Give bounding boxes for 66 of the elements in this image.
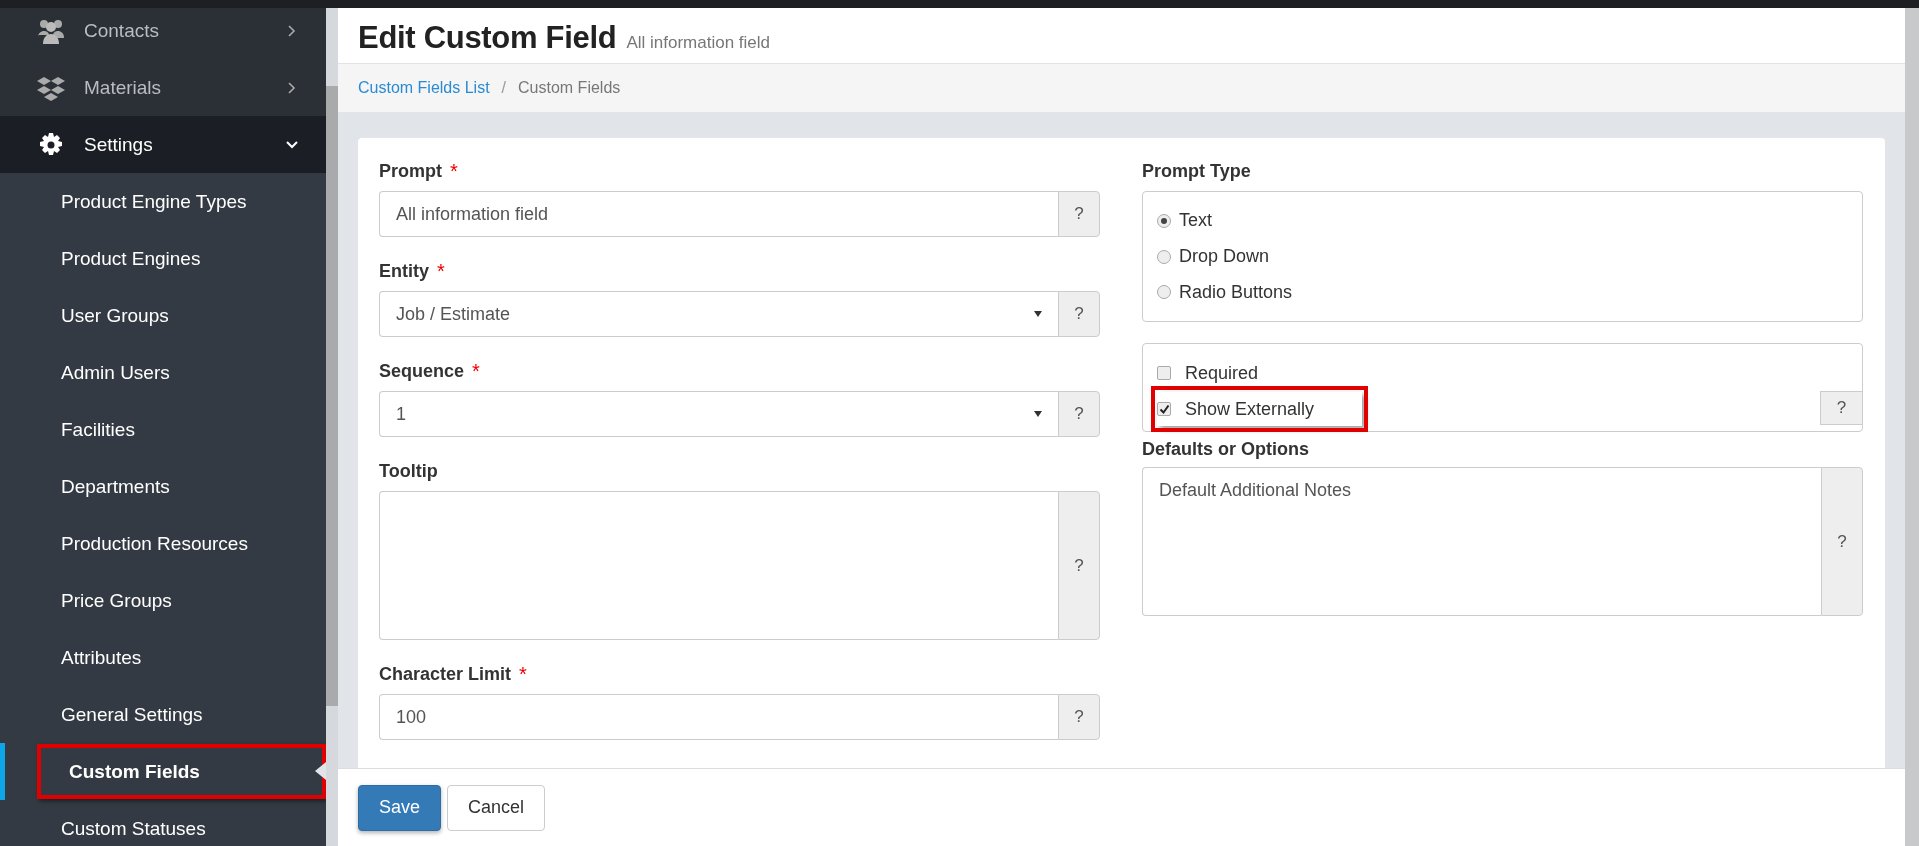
scrollbar[interactable] bbox=[326, 8, 338, 846]
help-button[interactable]: ? bbox=[1058, 491, 1100, 640]
chevron-down-icon bbox=[286, 138, 298, 151]
help-button[interactable]: ? bbox=[1820, 391, 1862, 425]
cancel-button[interactable]: Cancel bbox=[447, 784, 546, 831]
checkbox-option[interactable]: Show Externally bbox=[1157, 392, 1362, 426]
field-label: Entity bbox=[379, 260, 429, 282]
sidebar-subitem[interactable]: Product Engine Types bbox=[61, 174, 326, 229]
required-mark: * bbox=[472, 359, 480, 383]
sidebar-subitem[interactable]: Custom Statuses bbox=[61, 801, 326, 846]
radio-button[interactable] bbox=[1157, 285, 1171, 300]
breadcrumb-current: Custom Fields bbox=[518, 79, 621, 97]
radio-button[interactable] bbox=[1157, 249, 1171, 264]
page-title: Edit Custom Field bbox=[358, 20, 617, 56]
select-value: Job / Estimate bbox=[396, 303, 511, 325]
text-field[interactable]: 100 bbox=[379, 694, 1058, 740]
sidebar-item[interactable]: Materials bbox=[0, 59, 326, 116]
save-button[interactable]: Save bbox=[358, 784, 442, 831]
sidebar-subitem[interactable]: Attributes bbox=[61, 630, 326, 685]
sidebar-item[interactable]: Settings bbox=[0, 116, 326, 173]
people-icon bbox=[36, 17, 66, 44]
text-field[interactable]: All information field bbox=[379, 191, 1058, 237]
sidebar-subitem[interactable]: Production Resources bbox=[61, 516, 326, 571]
help-button[interactable]: ? bbox=[1821, 467, 1863, 616]
page-subtitle: All information field bbox=[626, 33, 771, 53]
sidebar-subitem[interactable]: User Groups bbox=[61, 288, 326, 343]
field-label: Character Limit bbox=[379, 663, 512, 685]
field-label: Prompt Type bbox=[1142, 160, 1251, 182]
caret-icon bbox=[1034, 311, 1042, 317]
required-mark: * bbox=[450, 159, 458, 183]
breadcrumb-separator: / bbox=[501, 79, 507, 97]
sidebar-subitem[interactable]: Facilities bbox=[61, 402, 326, 457]
sidebar-subitem[interactable]: Price Groups bbox=[61, 573, 326, 628]
chevron-right-icon bbox=[286, 81, 298, 94]
text-area[interactable]: Default Additional Notes bbox=[1142, 467, 1821, 616]
checkbox-option[interactable]: Required bbox=[1157, 356, 1362, 390]
field-label: Tooltip bbox=[379, 460, 438, 482]
caret-icon bbox=[1034, 411, 1042, 417]
chevron-right-icon bbox=[286, 24, 298, 37]
field-label: Sequence bbox=[379, 360, 465, 382]
sidebar-subitem[interactable]: General Settings bbox=[61, 687, 326, 742]
help-button[interactable]: ? bbox=[1058, 391, 1100, 437]
required-mark: * bbox=[437, 259, 445, 283]
boxes-icon bbox=[36, 74, 66, 101]
checkbox[interactable] bbox=[1157, 402, 1171, 416]
radio-button[interactable] bbox=[1157, 213, 1171, 228]
select-value: 1 bbox=[396, 403, 406, 425]
field-label: Defaults or Options bbox=[1142, 439, 1309, 460]
radio-option[interactable]: Text bbox=[1157, 206, 1848, 236]
required-mark: * bbox=[519, 662, 527, 686]
scrollbar[interactable] bbox=[1905, 8, 1919, 846]
sidebar-subitem[interactable]: Product Engines bbox=[61, 231, 326, 286]
active-indicator bbox=[0, 743, 5, 800]
select-field[interactable]: 1 bbox=[379, 391, 1058, 437]
radio-option[interactable]: Radio Buttons bbox=[1157, 277, 1848, 307]
radio-option[interactable]: Drop Down bbox=[1157, 241, 1848, 272]
sidebar-subitem[interactable]: Departments bbox=[61, 459, 326, 514]
help-button[interactable]: ? bbox=[1058, 291, 1100, 337]
checkbox[interactable] bbox=[1157, 366, 1171, 380]
help-button[interactable]: ? bbox=[1058, 191, 1100, 237]
select-field[interactable]: Job / Estimate bbox=[379, 291, 1058, 337]
sidebar-item[interactable]: Contacts bbox=[0, 8, 326, 59]
field-label: Prompt bbox=[379, 160, 442, 182]
sidebar-subitem[interactable]: Custom Fields bbox=[37, 744, 326, 799]
help-button[interactable]: ? bbox=[1058, 694, 1100, 740]
sidebar-subitem[interactable]: Admin Users bbox=[61, 345, 326, 400]
